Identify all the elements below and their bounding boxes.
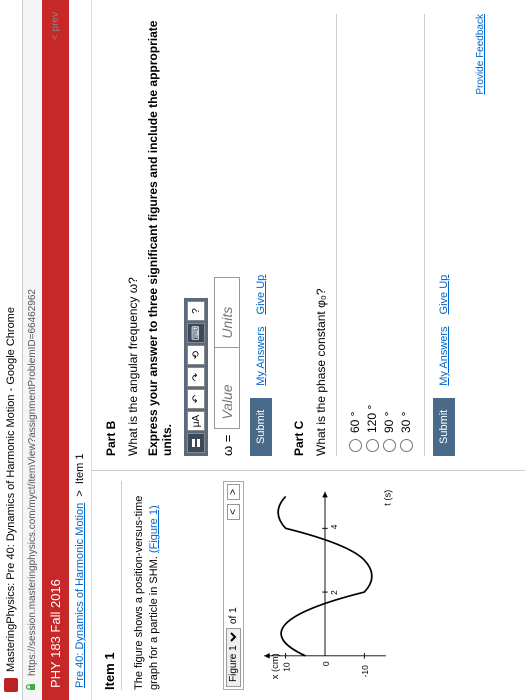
lock-icon — [26, 682, 39, 692]
svg-text:2: 2 — [329, 590, 339, 595]
submit-button-b[interactable]: Submit — [250, 398, 272, 456]
reset-icon[interactable]: ⟲ — [187, 345, 205, 365]
part-b-question: What is the angular frequency ω? — [126, 14, 140, 456]
svg-text:t (s): t (s) — [382, 490, 392, 506]
option-90[interactable]: 90 ° — [382, 18, 396, 452]
redo-icon[interactable]: ↷ — [187, 367, 205, 387]
breadcrumb-item: Item 1 — [74, 454, 86, 485]
course-name: PHY 183 Fall 2016 — [48, 579, 63, 688]
figure-description: The figure shows a position-versus-time … — [132, 481, 163, 690]
part-b-instruction: Express your answer to three significant… — [146, 14, 174, 456]
course-header: PHY 183 Fall 2016 < prev — [42, 0, 69, 700]
answer-toolbar: μA ↶ ↷ ⟲ ⌨ ? — [184, 298, 208, 456]
option-120[interactable]: 120 ° — [365, 18, 379, 452]
omega-symbol: ω = — [220, 435, 235, 456]
shm-graph: x (cm) t (s) 10 0 -10 2 4 — [250, 481, 400, 690]
units-input[interactable] — [215, 278, 239, 348]
part-c-question: What is the phase constant φ₀? — [314, 14, 328, 456]
options-group: 60 ° 120 ° 90 ° 30 ° — [336, 14, 425, 456]
provide-feedback-link[interactable]: Provide Feedback — [475, 14, 486, 456]
svg-text:10: 10 — [281, 662, 291, 672]
window-title: MasteringPhysics: Pre 40: Dynamics of Ha… — [5, 307, 17, 672]
prev-link[interactable]: < prev — [50, 12, 61, 40]
figure-count: of 1 — [228, 607, 239, 624]
graph-area: x (cm) t (s) 10 0 -10 2 4 — [250, 481, 515, 690]
window-titlebar: MasteringPhysics: Pre 40: Dynamics of Ha… — [0, 0, 23, 700]
url-bar[interactable]: https://session.masteringphysics.com/myc… — [23, 0, 42, 700]
figure-link[interactable]: (Figure 1) — [148, 505, 160, 553]
svg-text:0: 0 — [321, 661, 331, 666]
mu-a-button[interactable]: μA — [187, 411, 205, 431]
give-up-link-c[interactable]: Give Up — [438, 275, 450, 315]
svg-text:x (cm): x (cm) — [270, 653, 280, 679]
figure-dropdown[interactable]: Figure 1 — [226, 628, 241, 687]
right-panel: Part B What is the angular frequency ω? … — [92, 0, 525, 470]
give-up-link-b[interactable]: Give Up — [255, 275, 267, 315]
frac-icon[interactable] — [187, 433, 205, 453]
keyboard-icon[interactable]: ⌨ — [187, 323, 205, 343]
breadcrumb: Pre 40: Dynamics of Harmonic Motion > It… — [69, 0, 92, 700]
item-title: Item 1 — [102, 481, 122, 690]
url-text: https://session.masteringphysics.com/myc… — [27, 289, 38, 676]
breadcrumb-assignment[interactable]: Pre 40: Dynamics of Harmonic Motion — [74, 503, 86, 688]
part-b-label: Part B — [104, 14, 118, 456]
undo-icon[interactable]: ↶ — [187, 389, 205, 409]
help-button[interactable]: ? — [187, 301, 205, 321]
figure-next[interactable]: > — [227, 484, 240, 500]
my-answers-link-c[interactable]: My Answers — [438, 326, 450, 385]
svg-text:4: 4 — [329, 524, 339, 529]
my-answers-link-b[interactable]: My Answers — [255, 326, 267, 385]
favicon — [4, 678, 18, 692]
answer-box — [214, 277, 240, 429]
part-c-label: Part C — [292, 14, 306, 456]
figure-prev[interactable]: < — [227, 504, 240, 520]
svg-text:-10: -10 — [360, 665, 370, 677]
figure-selector: Figure 1 of 1 < > — [223, 481, 244, 690]
value-input[interactable] — [215, 348, 239, 428]
option-30[interactable]: 30 ° — [399, 18, 413, 452]
left-panel: Item 1 The figure shows a position-versu… — [92, 470, 525, 700]
option-60[interactable]: 60 ° — [348, 18, 362, 452]
submit-button-c[interactable]: Submit — [433, 398, 455, 456]
